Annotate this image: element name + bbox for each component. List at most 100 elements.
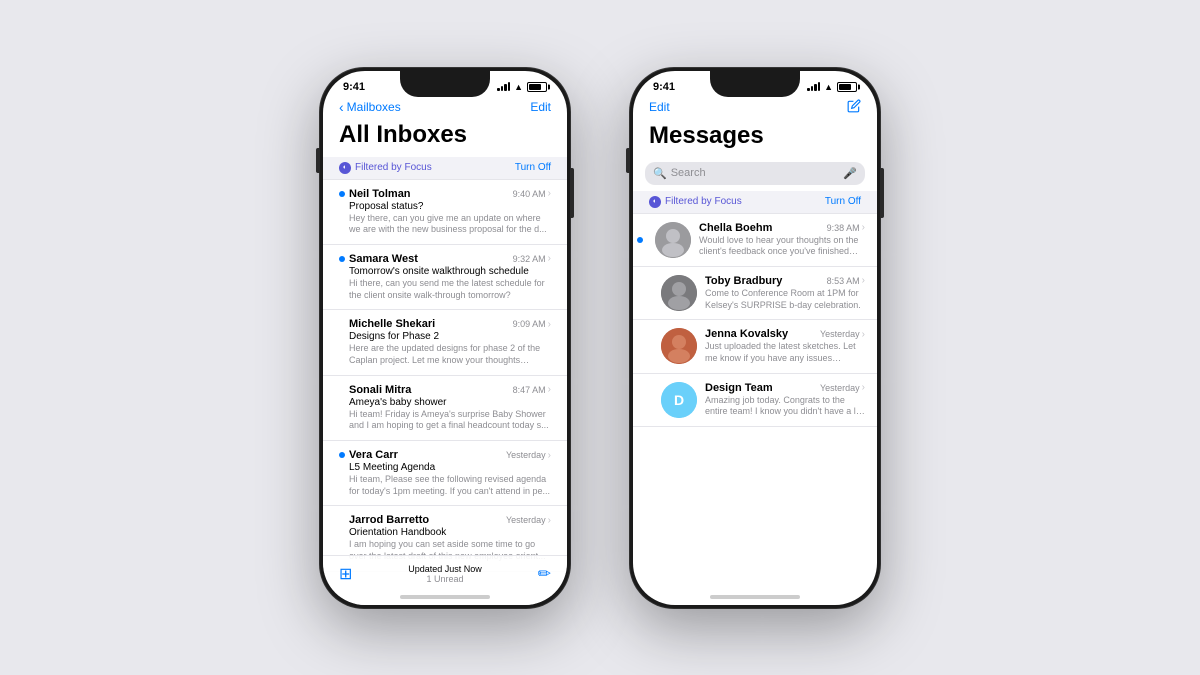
mail-item-2[interactable]: Samara West 9:32 AM › Tomorrow's onsite … [323,245,567,310]
filter-bar: ◐ Filtered by Focus Turn Off [633,191,877,214]
mail-subject: Proposal status? [339,201,551,212]
mail-subject: Ameya's baby shower [339,397,551,408]
mail-sender: Vera Carr [339,449,398,461]
edit-button[interactable]: Edit [649,100,670,114]
nav-bar: ‹ Mailboxes Edit [323,97,567,121]
mail-item-4[interactable]: Sonali Mitra 8:47 AM › Ameya's baby show… [323,376,567,441]
chevron-right-icon: › [862,329,865,340]
compose-icon[interactable]: ✏ [538,564,551,584]
msg-preview: Just uploaded the latest sketches. Let m… [705,341,865,364]
status-icons: ▲ [807,82,857,92]
mail-subject: Orientation Handbook [339,527,551,538]
mail-time: Yesterday › [506,450,551,461]
mail-preview: Hi team, Please see the following revise… [339,474,551,497]
mail-subject: L5 Meeting Agenda [339,462,551,473]
unread-dot [637,237,643,243]
msg-sender: Jenna Kovalsky [705,328,788,340]
message-item-2[interactable]: Toby Bradbury 8:53 AM › Come to Conferen… [633,267,877,320]
chevron-right-icon: › [862,275,865,286]
unread-count: 1 Unread [352,574,537,584]
mic-icon[interactable]: 🎤 [843,167,857,180]
message-item-3[interactable]: Jenna Kovalsky Yesterday › Just uploaded… [633,320,877,373]
avatar-1 [655,222,691,258]
chevron-right-icon: › [548,319,551,330]
msg-sender: Toby Bradbury [705,275,782,287]
back-label: Mailboxes [347,100,401,114]
mail-time: 8:47 AM › [513,384,551,395]
message-content: Chella Boehm 9:38 AM › Would love to hea… [699,222,865,258]
chevron-right-icon: › [862,382,865,393]
messages-list: Chella Boehm 9:38 AM › Would love to hea… [633,214,877,605]
search-bar[interactable]: 🔍 Search 🎤 [645,162,865,185]
nav-bar: Edit [633,97,877,122]
page-title: Messages [633,122,877,158]
mail-sender: Neil Tolman [339,188,411,200]
mail-time: 9:40 AM › [513,188,551,199]
back-button[interactable]: ‹ Mailboxes [339,99,401,115]
mail-item-5[interactable]: Vera Carr Yesterday › L5 Meeting Agenda … [323,441,567,506]
msg-sender: Chella Boehm [699,222,772,234]
battery-icon [837,82,857,92]
message-item-4[interactable]: D Design Team Yesterday › Amazing job to… [633,374,877,427]
chevron-left-icon: ‹ [339,99,344,115]
filter-label: ◐ Filtered by Focus [339,162,432,174]
avatar-3 [661,328,697,364]
mail-subject: Designs for Phase 2 [339,331,551,342]
mail-time: Yesterday › [506,515,551,526]
turn-off-button[interactable]: Turn Off [825,196,861,207]
mail-preview: Hi team! Friday is Ameya's surprise Baby… [339,409,551,432]
mail-preview: Hey there, can you give me an update on … [339,213,551,236]
signal-icon [497,82,510,91]
filter-label: ◐ Filtered by Focus [649,196,742,208]
home-indicator [710,595,800,599]
msg-preview: Come to Conference Room at 1PM for Kelse… [705,288,865,311]
chevron-right-icon: › [548,515,551,526]
wifi-icon: ▲ [824,82,833,92]
chevron-right-icon: › [862,222,865,233]
turn-off-button[interactable]: Turn Off [515,162,551,173]
mail-time: 9:32 AM › [513,253,551,264]
chevron-right-icon: › [548,384,551,395]
message-content: Toby Bradbury 8:53 AM › Come to Conferen… [705,275,865,311]
filter-bar: ◐ Filtered by Focus Turn Off [323,157,567,180]
mail-sender: Michelle Shekari [339,318,435,330]
unread-dot [339,256,345,262]
signal-icon [807,82,820,91]
page-title: All Inboxes [323,121,567,157]
focus-icon: ◐ [649,196,661,208]
phone-messages: 9:41 ▲ Edit [630,68,880,608]
filter-toolbar-icon[interactable]: ⊞ [339,564,352,584]
edit-button[interactable]: Edit [530,100,551,114]
phone-mail: 9:41 ▲ ‹ Mailboxes Edit [320,68,570,608]
mail-time: 9:09 AM › [513,319,551,330]
avatar-2 [661,275,697,311]
unread-dot [339,191,345,197]
message-item-1[interactable]: Chella Boehm 9:38 AM › Would love to hea… [633,214,877,267]
msg-sender: Design Team [705,382,773,394]
avatar-4: D [661,382,697,418]
mail-item-1[interactable]: Neil Tolman 9:40 AM › Proposal status? H… [323,180,567,245]
status-time: 9:41 [343,81,365,93]
status-icons: ▲ [497,82,547,92]
chevron-right-icon: › [548,450,551,461]
search-icon: 🔍 [653,167,667,180]
updated-label: Updated Just Now [352,564,537,574]
mail-list: Neil Tolman 9:40 AM › Proposal status? H… [323,180,567,605]
mail-sender: Sonali Mitra [339,384,411,396]
msg-preview: Would love to hear your thoughts on the … [699,235,865,258]
search-placeholder: Search [671,167,840,179]
chevron-right-icon: › [548,253,551,264]
compose-icon[interactable] [847,99,861,116]
mail-item-3[interactable]: Michelle Shekari 9:09 AM › Designs for P… [323,310,567,375]
mail-sender: Jarrod Barretto [339,514,429,526]
msg-time: 9:38 AM › [827,222,865,233]
unread-dot [339,452,345,458]
msg-time: Yesterday › [820,329,865,340]
msg-preview: Amazing job today. Congrats to the entir… [705,395,865,418]
mail-sender: Samara West [339,253,418,265]
mail-subject: Tomorrow's onsite walkthrough schedule [339,266,551,277]
mail-preview: Here are the updated designs for phase 2… [339,343,551,366]
message-content: Jenna Kovalsky Yesterday › Just uploaded… [705,328,865,364]
wifi-icon: ▲ [514,82,523,92]
status-time: 9:41 [653,81,675,93]
